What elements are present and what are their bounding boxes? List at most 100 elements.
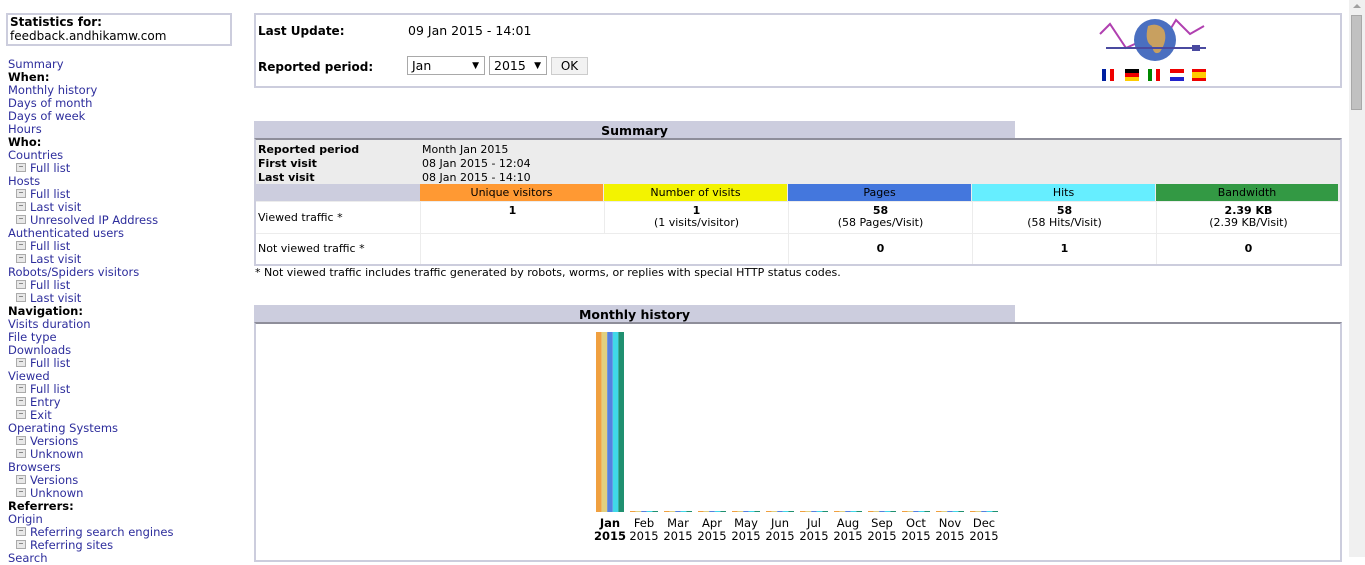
ok-button[interactable]: OK <box>551 57 588 75</box>
nav-link[interactable]: Origin <box>8 512 43 526</box>
nav-link[interactable]: Robots/Spiders visitors <box>8 265 139 279</box>
bar-jan-hits <box>612 332 619 512</box>
not-viewed-cell: 1 <box>972 234 1156 264</box>
popup-list-icon <box>16 280 26 289</box>
nav-sub-link[interactable]: Full list <box>30 382 70 396</box>
chevron-down-icon: ▼ <box>472 61 479 71</box>
nav-sub-link[interactable]: Full list <box>30 278 70 292</box>
nav-link[interactable]: Days of week <box>8 109 85 123</box>
nav-link[interactable]: Browsers <box>8 460 61 474</box>
bar-oct-number-of-visits <box>907 511 914 512</box>
popup-list-icon <box>16 475 26 484</box>
bar-jan-unique-visitors <box>596 332 602 512</box>
last-update-label: Last Update: <box>258 24 345 38</box>
nav-sub-link[interactable]: Last visit <box>30 252 81 266</box>
nav-link[interactable]: Hours <box>8 122 42 136</box>
summary-table: Reported period Month Jan 2015 First visi… <box>254 138 1342 266</box>
nav-link[interactable]: Summary <box>8 57 64 71</box>
bar-dec-hits <box>986 511 993 512</box>
bar-may-number-of-visits <box>737 511 744 512</box>
row-value: Month Jan 2015 <box>422 143 509 156</box>
nav-sub-link[interactable]: Last visit <box>30 200 81 214</box>
month-year: 2015 <box>901 529 931 543</box>
nav-link[interactable]: Authenticated users <box>8 226 124 240</box>
nav-sub-link[interactable]: Unknown <box>30 486 83 500</box>
nav-link[interactable]: File type <box>8 330 57 344</box>
nav-link[interactable]: Countries <box>8 148 63 162</box>
nav-sub-link[interactable]: Unknown <box>30 447 83 461</box>
not-viewed-cell: 0 <box>1156 234 1340 264</box>
bar-nov-number-of-visits <box>941 511 948 512</box>
nav-link[interactable]: Monthly history <box>8 83 97 97</box>
stats-for-label: Statistics for: <box>10 15 102 29</box>
nav-sub-link[interactable]: Unresolved IP Address <box>30 213 158 227</box>
stats-for-box: Statistics for: feedback.andhikamw.com <box>6 13 232 46</box>
flag-es-icon[interactable] <box>1192 69 1206 81</box>
viewed-cell: 58 (58 Pages/Visit) <box>788 202 972 233</box>
flag-de-icon[interactable] <box>1125 69 1139 81</box>
nav-sub-link[interactable]: Last visit <box>30 291 81 305</box>
flag-nl-icon[interactable] <box>1170 69 1184 81</box>
year-select[interactable]: 2015 ▼ <box>489 56 547 75</box>
nav-sub-link[interactable]: Entry <box>30 395 61 409</box>
flags <box>1102 69 1206 81</box>
month-tick-label: Jul 2015 <box>797 517 831 543</box>
bar-apr-hits <box>714 511 721 512</box>
bar-jul-number-of-visits <box>805 511 812 512</box>
bar-oct-unique-visitors <box>902 511 908 512</box>
nav-link[interactable]: Downloads <box>8 343 71 357</box>
nav-sub-link[interactable]: Full list <box>30 239 70 253</box>
bar-aug-unique-visitors <box>834 511 840 512</box>
scrollbar-thumb[interactable] <box>1351 15 1362 110</box>
cell-value: 1 <box>1060 242 1069 255</box>
vertical-scrollbar[interactable] <box>1349 0 1365 557</box>
flag-it-icon[interactable] <box>1148 69 1160 81</box>
nav-link[interactable]: Days of month <box>8 96 92 110</box>
scroll-up-icon[interactable] <box>1353 4 1361 8</box>
not-viewed-traffic-label: Not viewed traffic * <box>258 242 365 255</box>
bar-dec-pages <box>981 511 987 512</box>
nav-sub-link[interactable]: Full list <box>30 356 70 370</box>
nav-sub-link[interactable]: Versions <box>30 434 78 448</box>
month-year: 2015 <box>697 529 727 543</box>
bar-feb-pages <box>641 511 647 512</box>
nav-link[interactable]: Search <box>8 551 48 565</box>
not-viewed-empty-cell <box>420 234 788 264</box>
month-year: 2015 <box>969 529 999 543</box>
nav-sub-link[interactable]: Referring sites <box>30 538 113 552</box>
popup-list-icon <box>16 384 26 393</box>
not-viewed-cell: 0 <box>788 234 972 264</box>
month-year: 2015 <box>629 529 659 543</box>
bar-oct-hits <box>918 511 925 512</box>
month-select-value: Jan <box>412 58 432 73</box>
bar-feb-unique-visitors <box>630 511 636 512</box>
nav-sub-link[interactable]: Full list <box>30 187 70 201</box>
month-tick-label: May 2015 <box>729 517 763 543</box>
month-tick-label: Jun 2015 <box>763 517 797 543</box>
nav-sub-link[interactable]: Exit <box>30 408 52 422</box>
row-value: 08 Jan 2015 - 14:10 <box>422 171 531 184</box>
nav-sub-link[interactable]: Full list <box>30 161 70 175</box>
bar-jun-number-of-visits <box>771 511 778 512</box>
month-year: 2015 <box>731 529 761 543</box>
cell-subvalue: (58 Pages/Visit) <box>837 216 924 229</box>
nav-sub-link[interactable]: Referring search engines <box>30 525 173 539</box>
chevron-down-icon: ▼ <box>534 61 541 71</box>
bar-jan-pages <box>607 332 613 512</box>
nav-link[interactable]: Viewed <box>8 369 50 383</box>
not-viewed-traffic-row: Not viewed traffic * 0 1 0 <box>256 234 1340 264</box>
flag-fr-icon[interactable] <box>1102 69 1114 81</box>
month-tick-label: Sep 2015 <box>865 517 899 543</box>
column-header: Pages <box>788 184 971 201</box>
month-select[interactable]: Jan ▼ <box>407 56 485 75</box>
bar-apr-unique-visitors <box>698 511 704 512</box>
nav-sub-link[interactable]: Versions <box>30 473 78 487</box>
bar-sep-hits <box>884 511 891 512</box>
popup-list-icon <box>16 163 26 172</box>
month-year: 2015 <box>765 529 795 543</box>
nav-link[interactable]: Visits duration <box>8 317 91 331</box>
nav-link[interactable]: Hosts <box>8 174 40 188</box>
bar-sep-bandwidth-kb- <box>890 511 896 512</box>
popup-list-icon <box>16 540 26 549</box>
nav-link[interactable]: Operating Systems <box>8 421 118 435</box>
